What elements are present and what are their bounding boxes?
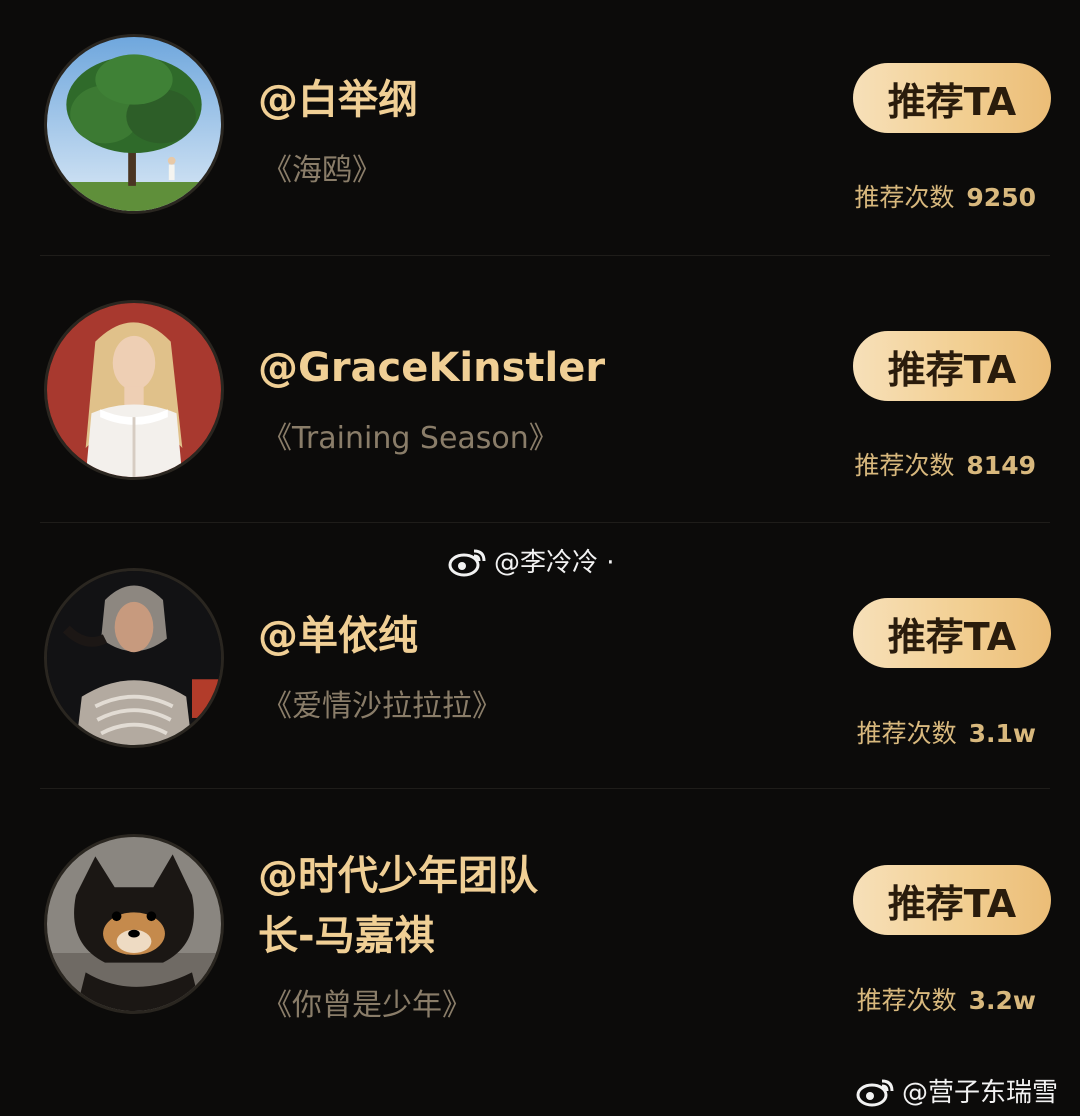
user-handle[interactable]: @白举纲 [258,70,418,130]
recommend-count-value: 9250 [966,183,1036,212]
recommend-count-value: 3.2w [968,986,1036,1015]
avatar[interactable] [44,834,224,1014]
list-item: @白举纲 《海鸥》 推荐TA 推荐次数 9250 [0,0,1080,256]
recommend-button[interactable]: 推荐TA [853,63,1051,133]
weibo-logo-icon [448,549,486,576]
user-handle[interactable]: @单依纯 [258,606,418,666]
song-title: 《你曾是少年》 [262,988,472,1023]
shiba-dog-icon [47,837,221,1011]
user-handle-line1: @时代少年团队 [258,853,538,899]
song-title: 《爱情沙拉拉拉》 [262,689,502,724]
watermark-center-text: @李冷冷 · [494,548,615,578]
list-item: @GraceKinstler 《Training Season》 推荐TA 推荐… [0,256,1080,522]
avatar[interactable] [44,300,224,480]
recommend-button[interactable]: 推荐TA [853,598,1051,668]
song-title: 《海鸥》 [262,153,382,188]
recommend-count: 推荐次数 3.2w [857,981,1036,1017]
list-item: @时代少年团队 长-马嘉祺 《你曾是少年》 推荐TA 推荐次数 3.2w [0,788,1080,1116]
recommend-count-value: 8149 [966,451,1036,480]
avatar[interactable] [44,34,224,214]
watermark-bottom-right: @营子东瑞雪 [856,1072,1058,1109]
recommend-count: 推荐次数 8149 [854,446,1036,482]
song-title: 《Training Season》 [262,421,559,456]
user-handle[interactable]: @GraceKinstler [258,338,605,398]
avatar[interactable] [44,568,224,748]
recommend-count-value: 3.1w [968,719,1036,748]
watermark-center: @李冷冷 · [448,542,615,579]
user-handle[interactable]: @时代少年团队 长-马嘉祺 [258,846,538,966]
tree-landscape-icon [47,37,221,211]
recommend-button[interactable]: 推荐TA [853,331,1051,401]
recommend-count: 推荐次数 3.1w [857,714,1036,750]
recommend-count: 推荐次数 9250 [854,178,1036,214]
blonde-woman-icon [47,303,221,477]
watermark-bottom-right-text: @营子东瑞雪 [902,1078,1059,1108]
recommend-count-label: 推荐次数 [854,451,955,480]
user-handle-line2: 长-马嘉祺 [258,913,435,959]
recommend-count-label: 推荐次数 [856,986,957,1015]
recommend-count-label: 推荐次数 [856,719,957,748]
woman-chain-headpiece-icon [47,571,221,745]
weibo-logo-icon [856,1079,894,1106]
recommend-count-label: 推荐次数 [854,183,955,212]
recommend-button[interactable]: 推荐TA [853,865,1051,935]
